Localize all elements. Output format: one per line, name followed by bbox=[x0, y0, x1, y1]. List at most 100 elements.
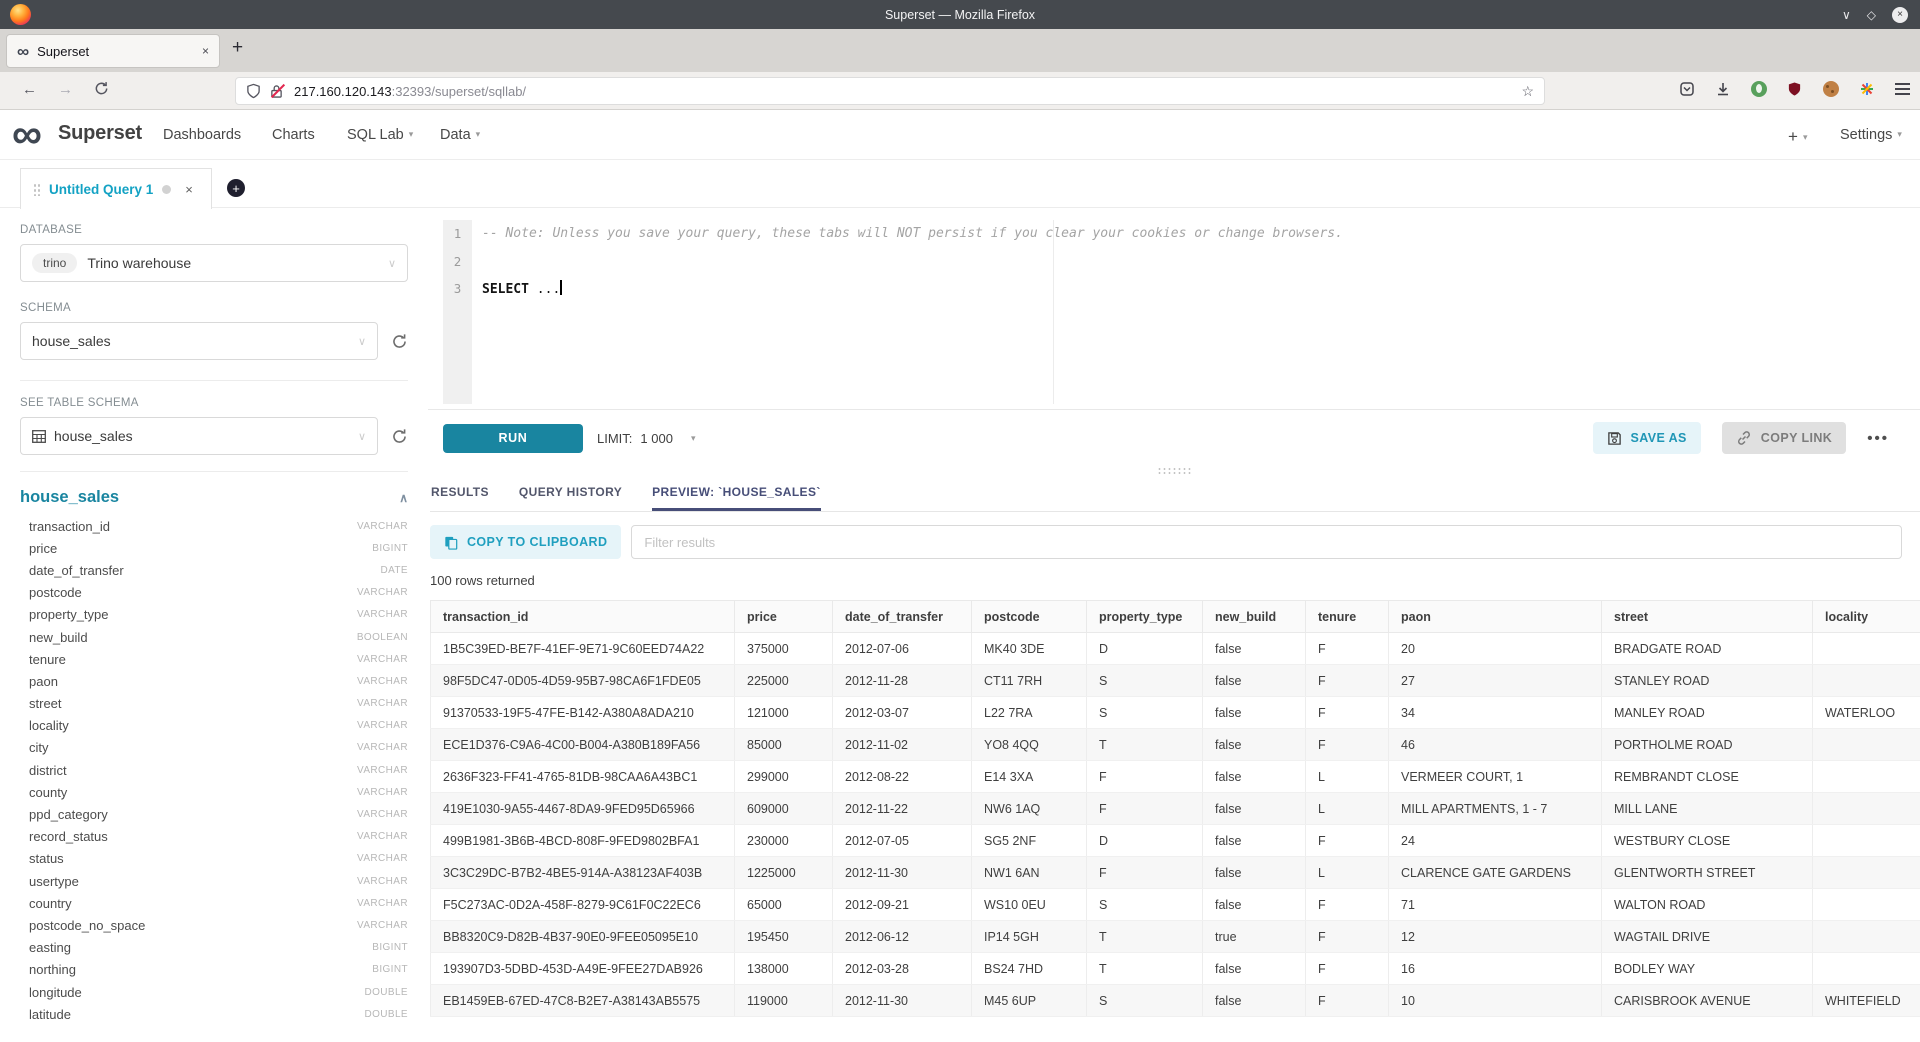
cell-transaction-id: 499B1981-3B6B-4BCD-808F-9FED9802BFA1 bbox=[431, 825, 735, 857]
table-row: 3C3C29DC-B7B2-4BE5-914A-A38123AF403B 122… bbox=[431, 857, 1920, 889]
cell-property-type: S bbox=[1087, 665, 1203, 697]
database-select[interactable]: trino Trino warehouse ∨ bbox=[20, 244, 408, 282]
pocket-extension-icon[interactable] bbox=[1677, 79, 1696, 98]
cell-street: WALTON ROAD bbox=[1602, 889, 1813, 921]
schema-label: SCHEMA bbox=[20, 302, 408, 314]
cell-date-of-transfer: 2012-07-05 bbox=[833, 825, 972, 857]
cell-street: REMBRANDT CLOSE bbox=[1602, 761, 1813, 793]
browser-tab[interactable]: ∞ Superset × bbox=[6, 34, 220, 68]
column-type: VARCHAR bbox=[357, 898, 408, 909]
save-as-button[interactable]: SAVE AS bbox=[1593, 422, 1701, 454]
table-row: 193907D3-5DBD-453D-A49E-9FEE27DAB926 138… bbox=[431, 953, 1920, 985]
caret-down-icon: ▾ bbox=[691, 433, 696, 444]
table-header-cell[interactable]: new_build bbox=[1203, 601, 1306, 633]
column-type: VARCHAR bbox=[357, 876, 408, 887]
table-header-cell[interactable]: price bbox=[735, 601, 833, 633]
cookie-extension-icon[interactable] bbox=[1821, 79, 1840, 98]
query-tab[interactable]: Untitled Query 1 × bbox=[20, 168, 212, 209]
cell-tenure: F bbox=[1306, 921, 1389, 953]
nav-charts[interactable]: Charts bbox=[272, 127, 315, 143]
table-row: F5C273AC-0D2A-458F-8279-9C61F0C22EC6 650… bbox=[431, 889, 1920, 921]
tab-preview-house-sales[interactable]: PREVIEW: `HOUSE_SALES` bbox=[652, 476, 821, 511]
cell-street: MANLEY ROAD bbox=[1602, 697, 1813, 729]
caret-down-icon: ▾ bbox=[409, 129, 414, 139]
column-name: street bbox=[29, 696, 62, 711]
bookmark-star-icon[interactable]: ☆ bbox=[1521, 83, 1534, 100]
new-browser-tab-button[interactable]: + bbox=[232, 37, 243, 59]
cell-locality bbox=[1813, 761, 1920, 793]
cell-paon: 71 bbox=[1389, 889, 1602, 921]
editor-toolbar: RUN LIMIT: 1 000 ▾ SAVE AS COPY LINK ••• bbox=[428, 410, 1920, 466]
table-header-cell[interactable]: paon bbox=[1389, 601, 1602, 633]
tracking-shield-icon[interactable] bbox=[246, 83, 261, 99]
column-name: transaction_id bbox=[29, 519, 110, 534]
line-number: 1 bbox=[443, 226, 472, 241]
insecure-lock-icon[interactable] bbox=[270, 84, 285, 99]
cell-property-type: T bbox=[1087, 921, 1203, 953]
column-type: VARCHAR bbox=[357, 742, 408, 753]
forward-button[interactable]: → bbox=[58, 81, 73, 98]
table-header-cell[interactable]: locality bbox=[1813, 601, 1920, 633]
copy-to-clipboard-button[interactable]: COPY TO CLIPBOARD bbox=[430, 525, 621, 559]
reload-button[interactable] bbox=[94, 81, 109, 100]
table-header-cell[interactable]: date_of_transfer bbox=[833, 601, 972, 633]
table-header-cell[interactable]: transaction_id bbox=[431, 601, 735, 633]
nav-data[interactable]: Data▾ bbox=[440, 127, 480, 143]
url-bar[interactable]: 217.160.120.143:32393/superset/sqllab/ ☆ bbox=[235, 77, 1545, 105]
sql-editor[interactable]: 1 -- Note: Unless you save your query, t… bbox=[428, 208, 1920, 410]
container-extension-icon[interactable] bbox=[1857, 79, 1876, 98]
nav-dashboards[interactable]: Dashboards bbox=[163, 127, 241, 143]
schema-select[interactable]: house_sales ∨ bbox=[20, 322, 378, 360]
refresh-schemas-icon[interactable] bbox=[391, 333, 408, 350]
menu-hamburger-icon[interactable] bbox=[1893, 79, 1912, 98]
superset-navbar: ∞ Superset Dashboards Charts SQL Lab▾ Da… bbox=[0, 110, 1920, 160]
cell-tenure: F bbox=[1306, 729, 1389, 761]
nav-sql-lab[interactable]: SQL Lab▾ bbox=[347, 127, 413, 143]
table-header-cell[interactable]: street bbox=[1602, 601, 1813, 633]
cell-street: BODLEY WAY bbox=[1602, 953, 1813, 985]
superset-favicon: ∞ bbox=[17, 43, 29, 60]
nav-settings[interactable]: Settings▾ bbox=[1840, 127, 1902, 143]
collapse-table-icon[interactable]: ∧ bbox=[399, 491, 408, 505]
back-button[interactable]: ← bbox=[22, 81, 37, 98]
database-label: DATABASE bbox=[20, 224, 408, 236]
cell-street: WESTBURY CLOSE bbox=[1602, 825, 1813, 857]
nav-add-button[interactable]: +▾ bbox=[1788, 127, 1807, 147]
cell-tenure: F bbox=[1306, 825, 1389, 857]
privacy-extension-icon[interactable] bbox=[1749, 79, 1768, 98]
window-close-button[interactable]: × bbox=[1892, 7, 1908, 23]
column-name: district bbox=[29, 763, 67, 778]
window-maximize-button[interactable]: ◇ bbox=[1867, 9, 1876, 21]
cell-postcode: NW6 1AQ bbox=[972, 793, 1087, 825]
table-header-cell[interactable]: property_type bbox=[1087, 601, 1203, 633]
query-tab-close-icon[interactable]: × bbox=[185, 182, 193, 197]
drag-handle-icon[interactable] bbox=[33, 183, 40, 196]
cell-tenure: F bbox=[1306, 953, 1389, 985]
limit-dropdown[interactable]: LIMIT: 1 000 ▾ bbox=[597, 431, 695, 446]
more-options-button[interactable]: ••• bbox=[1867, 430, 1889, 447]
column-list-item: price BIGINT bbox=[20, 537, 408, 559]
table-select[interactable]: house_sales ∨ bbox=[20, 417, 378, 455]
table-header-cell[interactable]: tenure bbox=[1306, 601, 1389, 633]
chevron-down-icon: ∨ bbox=[358, 335, 366, 348]
add-query-tab-button[interactable]: + bbox=[227, 179, 245, 197]
pane-splitter[interactable] bbox=[428, 466, 1920, 476]
save-icon bbox=[1607, 431, 1622, 446]
cell-transaction-id: 2636F323-FF41-4765-81DB-98CAA6A43BC1 bbox=[431, 761, 735, 793]
tab-results[interactable]: RESULTS bbox=[431, 476, 489, 511]
run-button[interactable]: RUN bbox=[443, 424, 583, 453]
cell-price: 119000 bbox=[735, 985, 833, 1017]
downloads-icon[interactable] bbox=[1713, 79, 1732, 98]
filter-results-input[interactable] bbox=[631, 525, 1902, 559]
copy-link-button[interactable]: COPY LINK bbox=[1722, 422, 1846, 454]
cell-paon: 12 bbox=[1389, 921, 1602, 953]
table-row: 98F5DC47-0D05-4D59-95B7-98CA6F1FDE05 225… bbox=[431, 665, 1920, 697]
table-header-cell[interactable]: postcode bbox=[972, 601, 1087, 633]
window-minimize-button[interactable]: ∨ bbox=[1842, 9, 1851, 21]
column-type: VARCHAR bbox=[357, 765, 408, 776]
refresh-tables-icon[interactable] bbox=[391, 428, 408, 445]
column-list-item: tenure VARCHAR bbox=[20, 648, 408, 670]
tab-query-history[interactable]: QUERY HISTORY bbox=[519, 476, 622, 511]
ublock-shield-icon[interactable] bbox=[1785, 79, 1804, 98]
browser-tab-close-icon[interactable]: × bbox=[202, 44, 209, 58]
